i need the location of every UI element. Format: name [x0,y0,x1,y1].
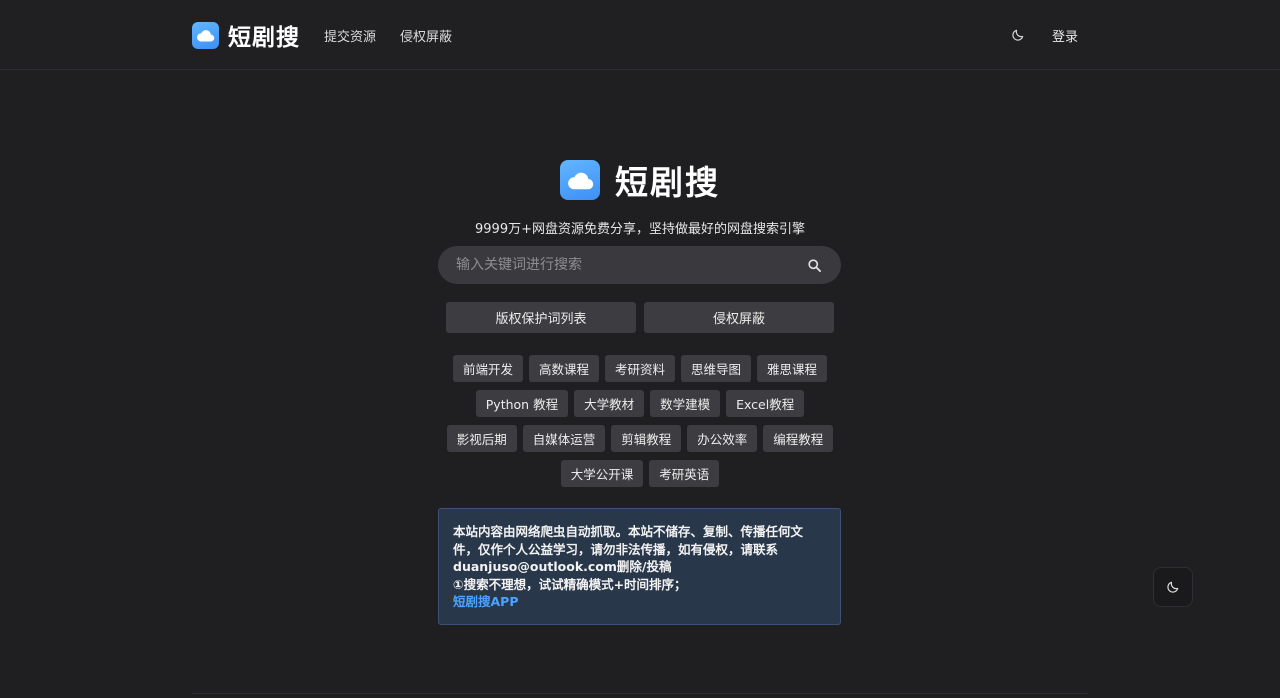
notice-tip: ①搜索不理想，试试精确模式+时间排序； [453,576,687,592]
tag-item[interactable]: 自媒体运营 [522,425,606,452]
moon-icon [1012,29,1024,41]
infringement-block-button[interactable]: 侵权屏蔽 [644,302,834,333]
moon-icon [1167,581,1179,593]
hero-title: 短剧搜 [615,163,720,202]
tag-item[interactable]: 思维导图 [681,355,752,382]
tag-item[interactable]: 影视后期 [446,425,517,452]
disclaimer-notice: 本站内容由网络爬虫自动抓取。本站不储存、复制、传播任何文件，仅作个人公益学习，请… [438,508,841,625]
tag-item[interactable]: 考研资料 [604,355,675,382]
cloud-icon [192,21,219,49]
tag-item[interactable]: 剪辑教程 [611,425,682,452]
hero-section: 短剧搜 9999万+网盘资源免费分享，坚持做最好的网盘搜索引擎 [0,156,1280,237]
app-link[interactable]: 短剧搜APP [453,593,826,611]
cloud-icon [560,160,600,200]
tag-item[interactable]: 大学公开课 [560,460,644,487]
tag-row: 大学公开课 考研英语 [560,460,720,487]
search-icon[interactable] [805,256,823,274]
nav-submit-resource[interactable]: 提交资源 [324,26,376,45]
tag-item[interactable]: Python 教程 [475,390,569,417]
hot-tags: 前端开发 高数课程 考研资料 思维导图 雅思课程 Python 教程 大学教材 … [440,355,840,487]
tag-item[interactable]: 雅思课程 [757,355,828,382]
tag-item[interactable]: 大学教材 [574,390,645,417]
notice-text: 本站内容由网络爬虫自动抓取。本站不储存、复制、传播任何文件，仅作个人公益学习，请… [453,524,804,574]
tag-row: 影视后期 自媒体运营 剪辑教程 办公效率 编程教程 [446,425,834,452]
copyright-keywords-button[interactable]: 版权保护词列表 [446,302,636,333]
search-bar [438,246,841,284]
tag-item[interactable]: 高数课程 [528,355,599,382]
login-link[interactable]: 登录 [1052,26,1078,45]
footer-divider [192,693,1088,694]
brand-home-link[interactable]: 短剧搜 [192,18,300,52]
tag-item[interactable]: 考研英语 [649,460,720,487]
navbar-inner: 短剧搜 提交资源 侵权屏蔽 登录 [192,0,1080,70]
nav-infringement-block[interactable]: 侵权屏蔽 [400,26,452,45]
tag-row: Python 教程 大学教材 数学建模 Excel教程 [475,390,805,417]
floating-theme-toggle[interactable] [1153,567,1193,607]
theme-toggle-button[interactable] [1006,23,1030,47]
action-buttons: 版权保护词列表 侵权屏蔽 [446,302,834,333]
tag-item[interactable]: Excel教程 [726,390,805,417]
tag-item[interactable]: 数学建模 [650,390,721,417]
top-navbar: 短剧搜 提交资源 侵权屏蔽 登录 [0,0,1280,70]
search-input[interactable] [456,257,805,273]
tag-row: 前端开发 高数课程 考研资料 思维导图 雅思课程 [452,355,828,382]
tag-item[interactable]: 前端开发 [452,355,523,382]
hero-brand: 短剧搜 [560,156,720,204]
tag-item[interactable]: 办公效率 [687,425,758,452]
brand-name: 短剧搜 [228,25,300,51]
hero-tagline: 9999万+网盘资源免费分享，坚持做最好的网盘搜索引擎 [475,222,805,237]
tag-item[interactable]: 编程教程 [763,425,834,452]
